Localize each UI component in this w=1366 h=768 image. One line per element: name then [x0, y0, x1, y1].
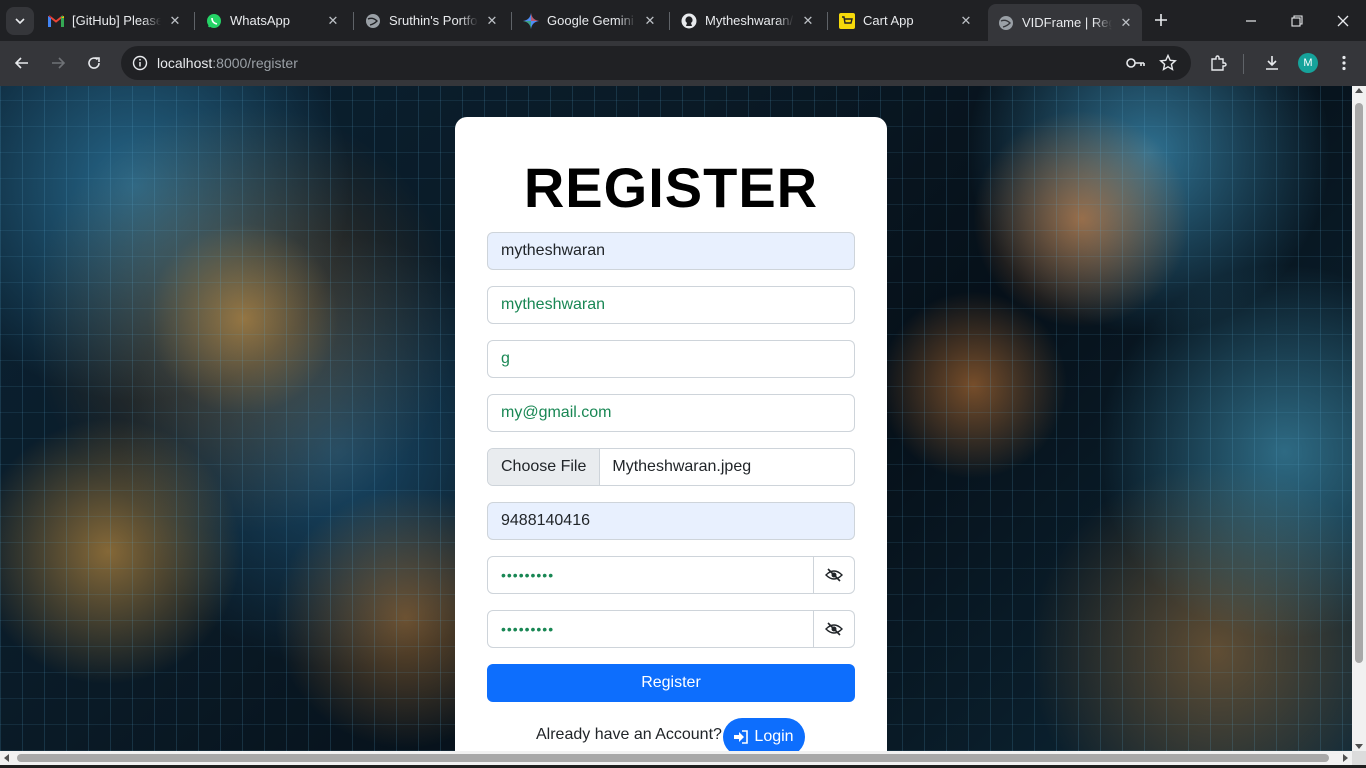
reload-icon [88, 57, 100, 69]
profile-image-file-input[interactable]: Choose File Mytheshwaran.jpeg [487, 448, 855, 486]
tab-github-repo[interactable]: Mytheshwaran/I ✕ [671, 4, 824, 37]
scroll-right-arrow[interactable] [1343, 754, 1348, 762]
more-vert-icon [1342, 55, 1346, 71]
tab-cart-app[interactable]: Cart App ✕ [829, 4, 982, 37]
close-tab-icon[interactable]: ✕ [800, 13, 816, 29]
tab-separator [353, 12, 354, 30]
tab-github-gmail[interactable]: [GitHub] Please c ✕ [38, 4, 191, 37]
sign-in-icon [734, 730, 749, 744]
restore-button[interactable] [1274, 0, 1320, 41]
vertical-scroll-thumb[interactable] [1355, 103, 1363, 663]
vertical-scrollbar[interactable] [1352, 86, 1366, 751]
password-key-icon[interactable] [1124, 51, 1148, 75]
cart-app-icon [839, 12, 855, 29]
tab-search-button[interactable] [6, 7, 34, 35]
tab-title: WhatsApp [230, 13, 290, 28]
login-label: Login [754, 728, 794, 745]
close-tab-icon[interactable]: ✕ [1118, 15, 1134, 31]
reload-button[interactable] [79, 48, 109, 78]
restore-icon [1291, 14, 1303, 27]
toolbar-divider [1243, 54, 1244, 74]
site-info-icon[interactable] [128, 51, 152, 75]
page-viewport: REGISTER mytheshwaran mytheshwaran g my@… [0, 86, 1352, 751]
toggle-password-button[interactable] [814, 556, 855, 594]
tab-title: VIDFrame | Regis [1022, 15, 1112, 30]
tab-portfolio[interactable]: Sruthin's Portfoli ✕ [355, 4, 508, 37]
tab-separator [194, 12, 195, 30]
download-icon [1266, 56, 1278, 70]
tab-separator [511, 12, 512, 30]
extensions-button[interactable] [1203, 48, 1233, 78]
whatsapp-icon [206, 13, 222, 29]
tab-vidframe-register[interactable]: VIDFrame | Regis ✕ [988, 4, 1142, 41]
forward-button[interactable] [43, 48, 73, 78]
url-text[interactable]: localhost:8000/register [157, 55, 298, 71]
chevron-down-icon [15, 18, 25, 25]
scrollbar-corner [1352, 751, 1366, 765]
new-tab-button[interactable] [1150, 9, 1172, 31]
confirm-password-group: ••••••••• [487, 610, 855, 648]
password-group: ••••••••• [487, 556, 855, 594]
bookmark-star-icon[interactable] [1156, 51, 1180, 75]
close-icon [1337, 15, 1349, 26]
tab-title: Google Gemini [547, 13, 634, 28]
register-card: REGISTER mytheshwaran mytheshwaran g my@… [455, 117, 887, 751]
tab-title: Cart App [863, 13, 914, 28]
phone-input[interactable]: 9488140416 [487, 502, 855, 540]
tab-title: Sruthin's Portfoli [389, 13, 478, 28]
browser-toolbar: localhost:8000/register M [0, 41, 1366, 86]
scroll-left-arrow[interactable] [4, 754, 9, 762]
page-title: REGISTER [523, 156, 819, 219]
minimize-button[interactable] [1228, 0, 1274, 41]
password-input[interactable]: ••••••••• [487, 556, 814, 594]
close-tab-icon[interactable]: ✕ [484, 13, 500, 29]
close-tab-icon[interactable]: ✕ [958, 13, 974, 29]
horizontal-scroll-thumb[interactable] [17, 754, 1329, 762]
first-name-input[interactable]: mytheshwaran [487, 286, 855, 324]
choose-file-button[interactable]: Choose File [488, 449, 601, 485]
scroll-down-arrow[interactable] [1355, 744, 1363, 749]
eye-slash-icon [825, 622, 843, 636]
tab-separator [669, 12, 670, 30]
url-host: localhost [157, 55, 213, 71]
globe-icon [998, 15, 1014, 31]
url-path: :8000/register [212, 55, 298, 71]
gemini-icon [523, 12, 539, 29]
profile-avatar[interactable]: M [1298, 53, 1318, 73]
address-bar[interactable]: localhost:8000/register [121, 46, 1191, 80]
menu-button[interactable] [1329, 48, 1359, 78]
tab-strip: [GitHub] Please c ✕ WhatsApp ✕ Sruthin's… [0, 0, 1366, 41]
email-input[interactable]: my@gmail.com [487, 394, 855, 432]
minimize-icon [1246, 19, 1256, 22]
github-icon [681, 13, 697, 29]
register-button[interactable]: Register [487, 664, 855, 702]
toggle-confirm-password-button[interactable] [814, 610, 855, 648]
gmail-icon [48, 13, 64, 29]
last-name-input[interactable]: g [487, 340, 855, 378]
scroll-up-arrow[interactable] [1355, 88, 1363, 93]
plus-icon [1155, 14, 1167, 26]
arrow-right-icon [52, 57, 66, 69]
tab-separator [827, 12, 828, 30]
close-tab-icon[interactable]: ✕ [642, 13, 658, 29]
username-input[interactable]: mytheshwaran [487, 232, 855, 270]
tab-title: Mytheshwaran/I [705, 13, 794, 28]
tab-whatsapp[interactable]: WhatsApp ✕ [196, 4, 349, 37]
downloads-button[interactable] [1257, 48, 1287, 78]
tab-title: [GitHub] Please c [72, 13, 161, 28]
eye-slash-icon [825, 568, 843, 582]
globe-icon [365, 13, 381, 29]
login-button[interactable]: Login [723, 718, 805, 751]
confirm-password-input[interactable]: ••••••••• [487, 610, 814, 648]
close-window-button[interactable] [1320, 0, 1366, 41]
tab-gemini[interactable]: Google Gemini ✕ [513, 4, 666, 37]
close-tab-icon[interactable]: ✕ [167, 13, 183, 29]
selected-file-name: Mytheshwaran.jpeg [612, 458, 752, 475]
close-tab-icon[interactable]: ✕ [325, 13, 341, 29]
arrow-left-icon [14, 57, 28, 69]
puzzle-icon [1211, 55, 1227, 71]
back-button[interactable] [7, 48, 37, 78]
horizontal-scrollbar[interactable] [0, 751, 1352, 765]
already-have-account-text: Already have an Account? [536, 726, 722, 743]
